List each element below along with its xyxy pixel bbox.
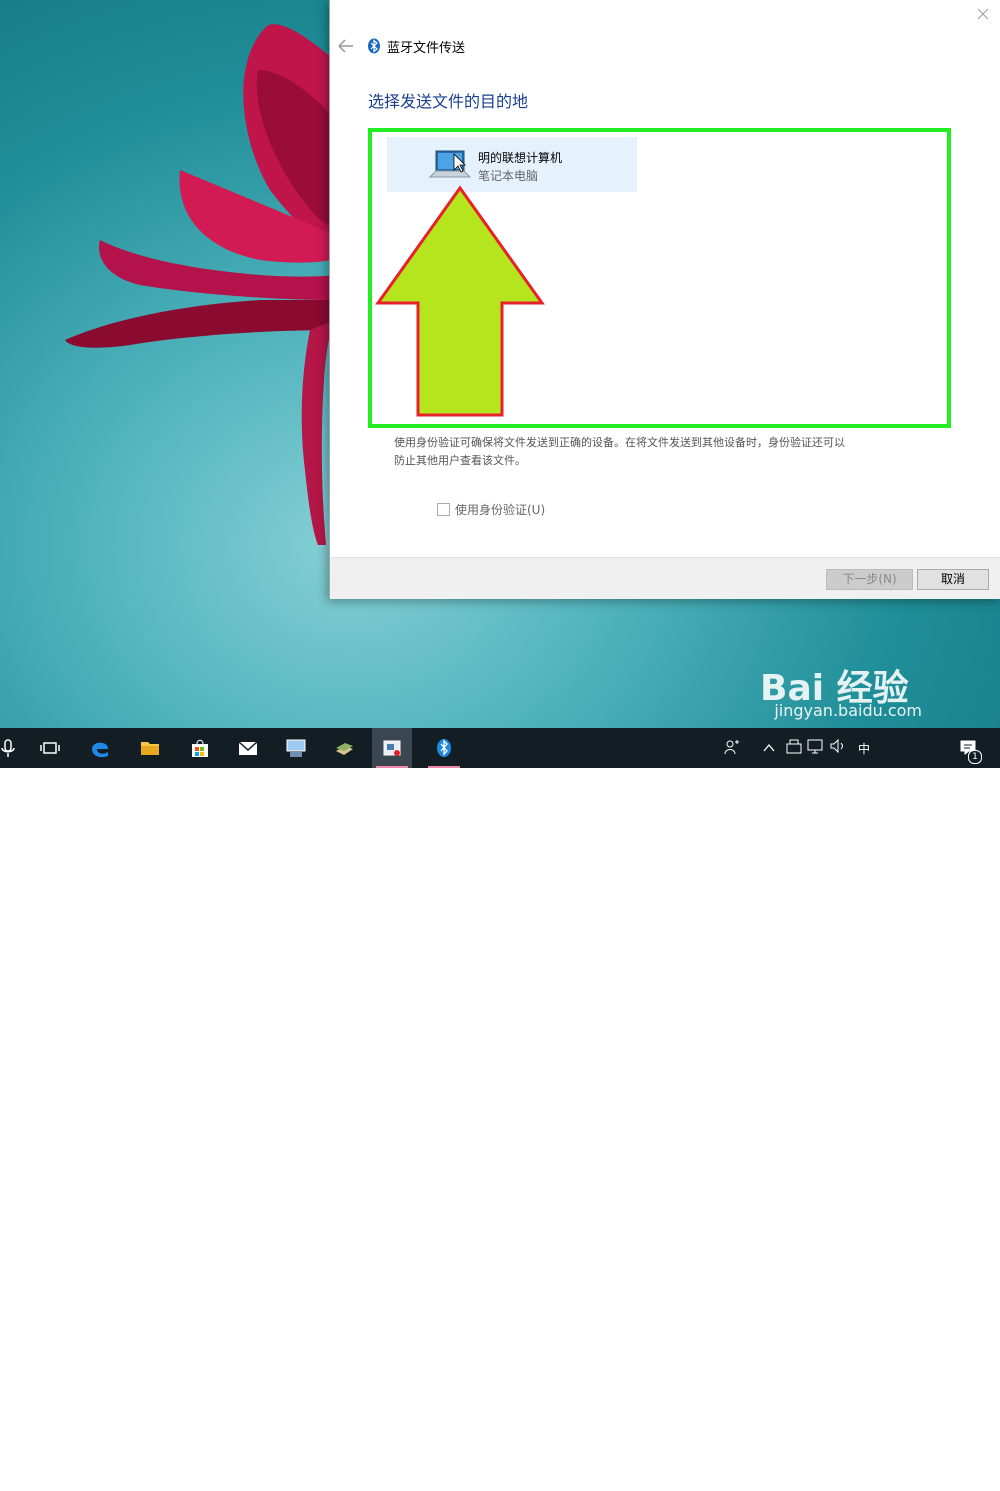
folder-icon xyxy=(141,742,159,755)
bluetooth-taskbar-button[interactable] xyxy=(424,728,464,768)
device-type: 笔记本电脑 xyxy=(478,169,539,183)
microphone-icon xyxy=(1,739,15,757)
baidu-watermark: Bai 经验 jingyan.baidu.com xyxy=(760,655,960,720)
checkbox-box[interactable] xyxy=(437,503,450,516)
books-app-button[interactable] xyxy=(324,728,364,768)
store-icon xyxy=(192,739,208,757)
store-button[interactable] xyxy=(180,728,220,768)
network-icon[interactable] xyxy=(785,738,803,754)
watermark-url: jingyan.baidu.com xyxy=(774,701,922,720)
bluetooth-icon xyxy=(368,38,380,54)
volume-icon[interactable] xyxy=(829,738,847,754)
edge-button[interactable] xyxy=(80,728,120,768)
books-icon xyxy=(336,743,353,755)
ime-indicator[interactable]: 中 xyxy=(858,740,870,757)
cancel-button[interactable]: 取消 xyxy=(917,569,989,590)
people-icon[interactable] xyxy=(723,738,741,756)
close-button[interactable] xyxy=(975,8,991,24)
cortana-button[interactable] xyxy=(0,728,28,768)
bluetooth-icon xyxy=(437,739,451,757)
device-app-icon xyxy=(383,740,401,756)
device-name: 明的联想计算机 xyxy=(478,151,563,165)
description-line: 防止其他用户查看该文件。 xyxy=(394,454,526,467)
file-explorer-button[interactable] xyxy=(130,728,170,768)
use-authentication-checkbox[interactable]: 使用身份验证(U) xyxy=(437,501,545,518)
chevron-up-icon[interactable] xyxy=(762,741,776,755)
monitor-icon[interactable] xyxy=(806,738,824,754)
auth-description: 使用身份验证可确保将文件发送到正确的设备。在将文件发送到其他设备时，身份验证还可… xyxy=(394,434,924,470)
clock-date[interactable]: 2018/3/18 xyxy=(882,1478,938,1491)
action-center-button[interactable]: 1 xyxy=(953,728,983,768)
network-app-icon xyxy=(286,739,306,757)
clock-time[interactable]: 9:55 xyxy=(898,1456,923,1469)
active-app-button[interactable] xyxy=(372,728,412,768)
page-heading: 选择发送文件的目的地 xyxy=(368,92,529,111)
edge-icon xyxy=(92,742,108,758)
checkbox-label: 使用身份验证(U) xyxy=(455,503,546,517)
bluetooth-transfer-dialog: 蓝牙文件传送 选择发送文件的目的地 明的联想计算机 笔记本电脑 使用身份验证可确… xyxy=(329,0,1000,599)
laptop-icon xyxy=(428,150,472,178)
device-list-item[interactable]: 明的联想计算机 笔记本电脑 xyxy=(387,137,637,192)
dialog-footer: 下一步(N) 取消 xyxy=(330,557,1000,599)
mail-button[interactable] xyxy=(228,728,268,768)
description-line: 使用身份验证可确保将文件发送到正确的设备。在将文件发送到其他设备时，身份验证还可… xyxy=(394,436,845,449)
taskbar: 中 9:55 2018/3/18 1 xyxy=(0,728,1000,1491)
notification-count-badge: 1 xyxy=(968,750,982,764)
next-button[interactable]: 下一步(N) xyxy=(826,569,913,590)
flower-wallpaper xyxy=(65,24,336,545)
task-view-button[interactable] xyxy=(30,728,70,768)
up-arrow-annotation xyxy=(375,185,545,417)
dialog-title: 蓝牙文件传送 xyxy=(387,41,466,56)
back-arrow-icon[interactable] xyxy=(336,37,356,55)
network-app-button[interactable] xyxy=(276,728,316,768)
mail-icon xyxy=(238,741,258,755)
task-view-icon xyxy=(40,742,60,754)
close-icon xyxy=(977,8,989,20)
